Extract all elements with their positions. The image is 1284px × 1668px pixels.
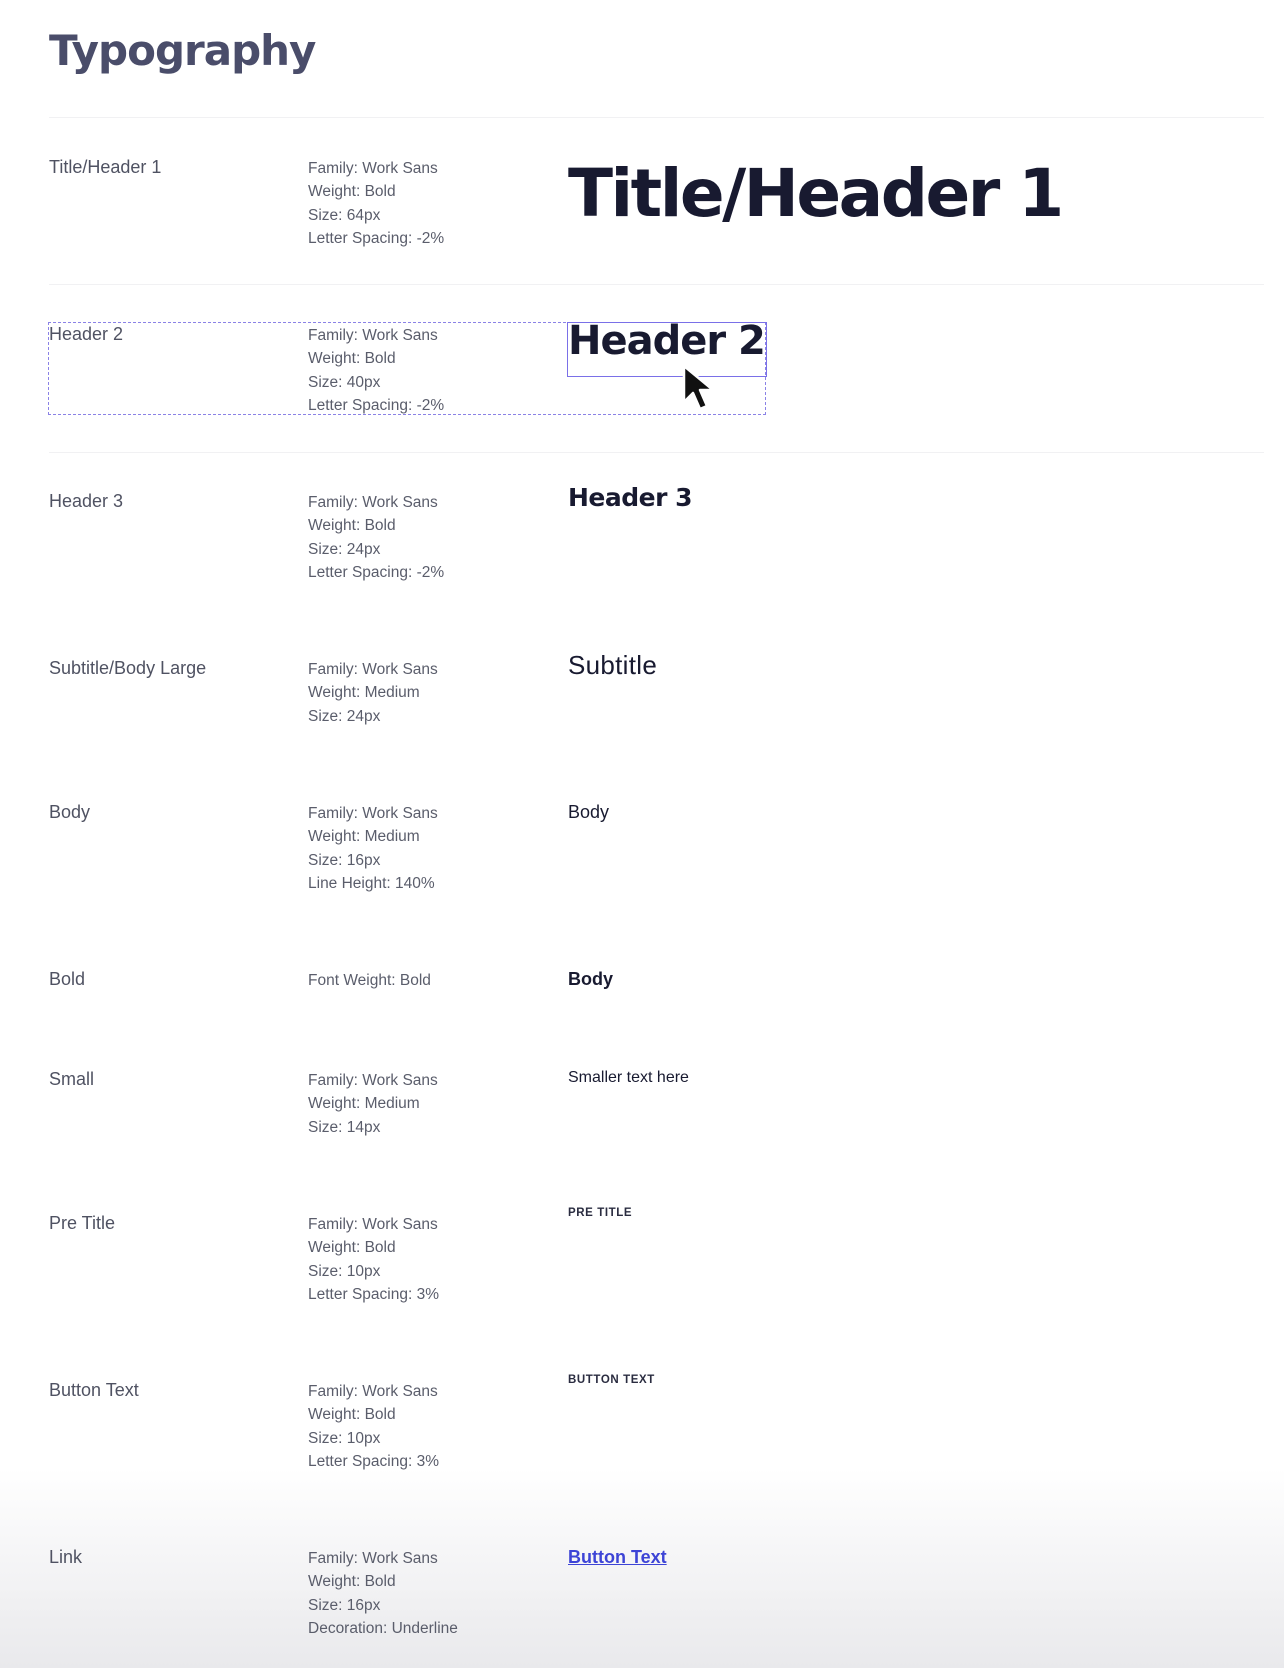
spec-line: Size: 16px xyxy=(308,851,381,869)
style-spec: Family: Work Sans Weight: Bold Size: 16p… xyxy=(308,1547,458,1640)
spec-line: Family: Work Sans xyxy=(308,1383,438,1400)
style-spec: Family: Work Sans Weight: Medium Size: 1… xyxy=(308,1069,438,1139)
style-name: Body xyxy=(49,802,91,822)
bottom-fade xyxy=(0,1468,1284,1668)
spec-line: Family: Work Sans xyxy=(308,1072,438,1089)
spec-line: Size: 16px xyxy=(308,1596,381,1614)
style-sample-small[interactable]: Smaller text here xyxy=(568,1069,689,1087)
spec-line: Letter Spacing: 3% xyxy=(308,1452,439,1470)
style-name: Button Text xyxy=(49,1380,139,1400)
style-sample-link[interactable]: Button Text xyxy=(568,1547,667,1568)
style-name: Bold xyxy=(49,969,86,989)
spec-line: Weight: Bold xyxy=(308,1406,396,1424)
style-sample-subtitle[interactable]: Subtitle xyxy=(568,650,657,681)
spec-line: Weight: Medium xyxy=(308,1095,420,1113)
style-name: Header 3 xyxy=(49,491,124,511)
spec-line: Font Weight: Bold xyxy=(308,972,431,989)
spec-line: Weight: Bold xyxy=(308,517,396,535)
spec-line: Weight: Medium xyxy=(308,828,420,846)
spec-line: Letter Spacing: -2% xyxy=(308,563,445,581)
spec-line: Family: Work Sans xyxy=(308,160,438,177)
style-sample-button-text[interactable]: BUTTON TEXT xyxy=(568,1374,655,1386)
spec-line: Size: 14px xyxy=(308,1118,381,1136)
style-name: Small xyxy=(49,1069,95,1089)
spec-line: Letter Spacing: 3% xyxy=(308,1285,439,1303)
divider xyxy=(49,452,1264,453)
style-name: Pre Title xyxy=(49,1213,116,1233)
spec-line: Size: 10px xyxy=(308,1262,381,1280)
arrow-cursor-icon xyxy=(682,364,715,411)
spec-line: Line Height: 140% xyxy=(308,874,435,892)
style-spec: Family: Work Sans Weight: Bold Size: 10p… xyxy=(308,1213,439,1306)
spec-line: Weight: Bold xyxy=(308,1239,396,1257)
spec-line: Weight: Bold xyxy=(308,1573,396,1591)
spec-line: Decoration: Underline xyxy=(308,1619,458,1637)
spec-line: Weight: Bold xyxy=(308,183,396,201)
style-name: Subtitle/Body Large xyxy=(49,658,207,678)
spec-line: Family: Work Sans xyxy=(308,1216,438,1233)
text-selection-outline[interactable] xyxy=(567,322,767,377)
style-sample-body[interactable]: Body xyxy=(568,802,609,823)
style-spec: Family: Work Sans Weight: Bold Size: 24p… xyxy=(308,491,444,584)
style-name: Title/Header 1 xyxy=(49,157,162,177)
style-name: Link xyxy=(49,1547,83,1567)
style-spec: Family: Work Sans Weight: Bold Size: 64p… xyxy=(308,157,444,250)
spec-line: Size: 24px xyxy=(308,540,381,558)
spec-line: Family: Work Sans xyxy=(308,661,438,678)
spec-line: Family: Work Sans xyxy=(308,1550,438,1567)
spec-line: Family: Work Sans xyxy=(308,805,438,822)
style-sample-title-header-1[interactable]: Title/Header 1 xyxy=(568,155,1064,232)
style-sample-header-3[interactable]: Header 3 xyxy=(568,483,693,512)
style-spec: Family: Work Sans Weight: Medium Size: 1… xyxy=(308,802,438,895)
spec-line: Size: 24px xyxy=(308,707,381,725)
style-spec: Family: Work Sans Weight: Medium Size: 2… xyxy=(308,658,438,728)
page-title: Typography xyxy=(49,26,316,75)
style-sample-pre-title[interactable]: PRE TITLE xyxy=(568,1207,632,1219)
style-spec: Family: Work Sans Weight: Bold Size: 10p… xyxy=(308,1380,439,1473)
style-sample-bold[interactable]: Body xyxy=(568,969,613,990)
spec-line: Weight: Medium xyxy=(308,684,420,702)
spec-line: Letter Spacing: -2% xyxy=(308,229,445,247)
divider xyxy=(49,117,1264,118)
style-spec: Font Weight: Bold xyxy=(308,969,431,992)
spec-line: Family: Work Sans xyxy=(308,494,438,511)
divider xyxy=(49,284,1264,285)
spec-line: Size: 10px xyxy=(308,1429,381,1447)
spec-line: Size: 64px xyxy=(308,206,381,224)
